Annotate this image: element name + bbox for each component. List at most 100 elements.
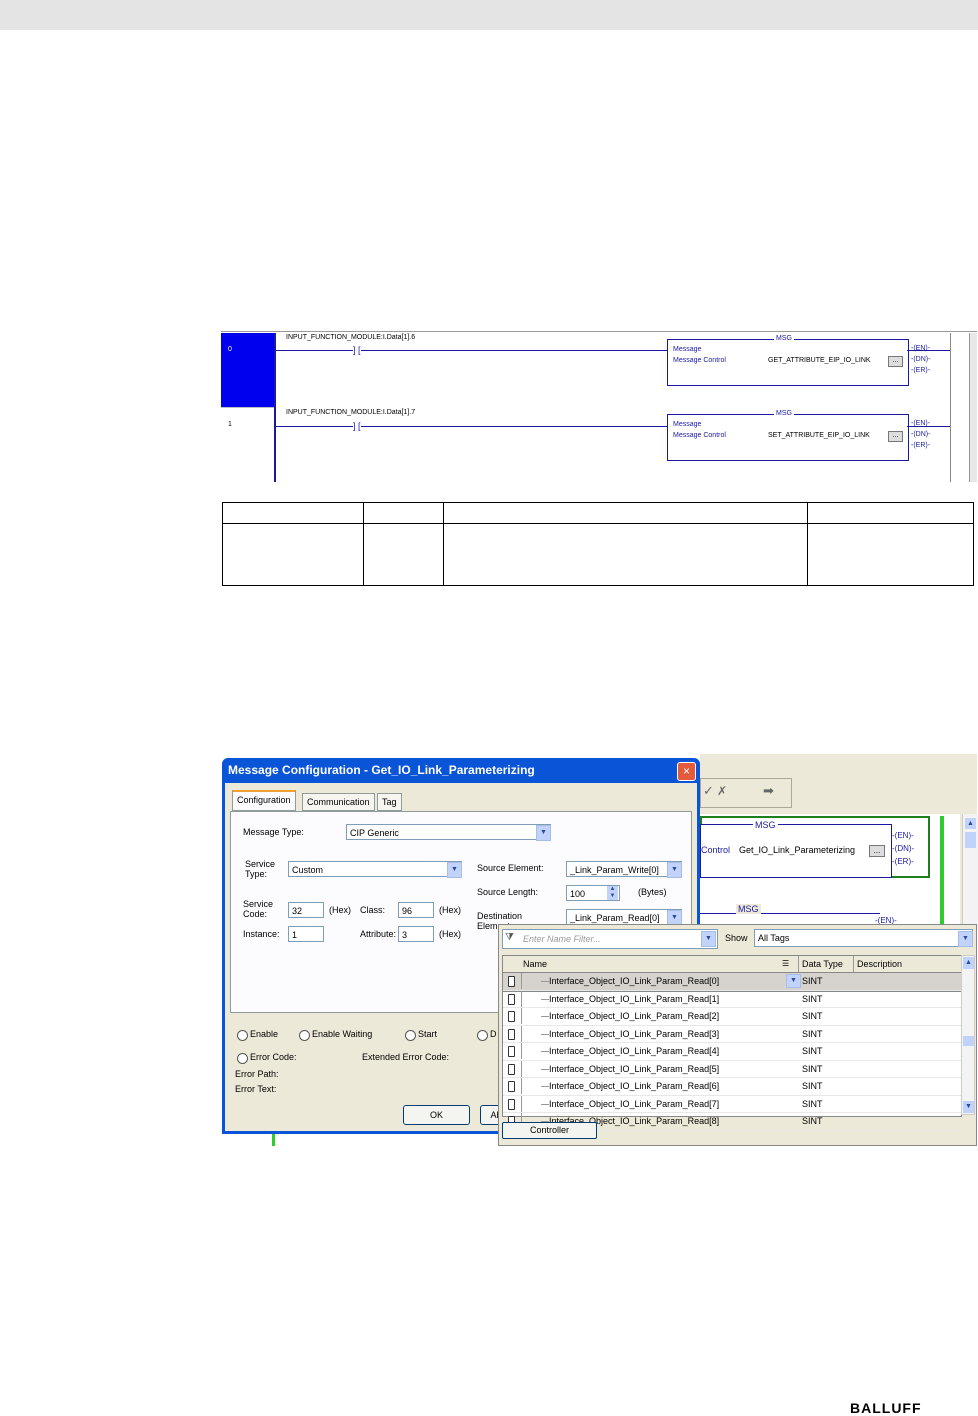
tag-icon <box>508 1011 515 1022</box>
tag-data-type: SINT <box>802 993 823 1004</box>
table-row[interactable]: Interface_Object_IO_Link_Param_Read[6] SI… <box>503 1078 961 1096</box>
column-header-name[interactable]: Name <box>523 959 547 969</box>
contact-tag[interactable]: INPUT_FUNCTION_MODULE:I.Data[1].7 <box>286 409 415 416</box>
tab-communication[interactable]: Communication <box>302 793 375 811</box>
browse-button[interactable]: ... <box>888 356 903 367</box>
source-length-label: Source Length: <box>477 887 539 897</box>
chevron-down-icon[interactable]: ▼ <box>447 862 462 878</box>
scroll-thumb[interactable] <box>965 832 976 848</box>
scroll-thumb[interactable] <box>963 1036 974 1046</box>
msg-instruction[interactable]: MSG Message Message Control SET_ATTRIBUT… <box>667 410 909 461</box>
chevron-down-icon[interactable]: ▼ <box>786 974 801 988</box>
class-label: Class: <box>360 905 386 915</box>
rung-divider <box>221 407 274 408</box>
table-row[interactable]: Interface_Object_IO_Link_Param_Read[1] SI… <box>503 990 961 1008</box>
xic-contact-icon[interactable]: ] [ <box>353 345 361 355</box>
table-row[interactable]: Interface_Object_IO_Link_Param_Read[4] SI… <box>503 1043 961 1061</box>
scroll-up-icon[interactable]: ▲ <box>963 957 974 969</box>
power-rail-green <box>272 1134 275 1146</box>
ladder-scrollbar[interactable] <box>969 333 977 482</box>
tag-icon <box>508 1098 515 1110</box>
output-er: -(ER)- <box>892 857 914 866</box>
check-icon[interactable]: ✓ <box>703 783 714 799</box>
tag-name: Interface_Object_IO_Link_Param_Read[3] <box>549 1028 720 1039</box>
enable-indicator <box>237 1030 248 1041</box>
column-header-data-type[interactable]: Data Type <box>802 959 843 969</box>
table-cell <box>363 523 444 586</box>
error-path-label: Error Path: <box>235 1069 279 1079</box>
table-cell <box>443 502 808 524</box>
table-row[interactable]: Interface_Object_IO_Link_Param_Read[2] SI… <box>503 1008 961 1026</box>
spinner-icon[interactable]: ▲ ▼ <box>607 886 618 900</box>
toolbar: ✓ ✗ ➡ <box>700 778 792 808</box>
msg-instruction[interactable]: MSG Control Get_IO_Link_Parameterizing .… <box>700 820 892 878</box>
chevron-down-icon[interactable]: ▼ <box>701 931 716 947</box>
destination-element-select[interactable]: _Link_Param_Read[0] <box>566 909 682 925</box>
tree-line <box>541 998 549 1000</box>
grid-header: Name ☰ Data Type Description <box>503 956 961 973</box>
table-cell <box>222 502 364 524</box>
attribute-input[interactable]: 3 <box>398 926 434 942</box>
browse-button[interactable]: ... <box>869 845 885 857</box>
sort-icon[interactable]: ☰ <box>782 959 789 968</box>
tag-name: Interface_Object_IO_Link_Param_Read[4] <box>549 1046 720 1056</box>
column-header-description[interactable]: Description <box>857 959 902 969</box>
row-divider <box>521 973 522 989</box>
error-text-label: Error Text: <box>235 1084 277 1094</box>
source-element-select[interactable]: _Link_Param_Write[0] <box>566 861 682 877</box>
tag-data-type: SINT <box>802 1081 823 1091</box>
contact-tag[interactable]: INPUT_FUNCTION_MODULE:I.Data[1].6 <box>286 334 415 341</box>
service-type-select[interactable]: Custom <box>288 861 462 877</box>
browse-button[interactable]: ... <box>888 431 903 442</box>
instance-input[interactable]: 1 <box>288 926 324 942</box>
controller-scope-button[interactable]: Controller <box>502 1122 597 1139</box>
forward-arrow-icon[interactable]: ➡ <box>763 783 774 799</box>
chevron-down-icon[interactable]: ▼ <box>536 825 551 841</box>
ladder-screenshot: 0 INPUT_FUNCTION_MODULE:I.Data[1].6 ] [ … <box>221 331 977 482</box>
class-input[interactable]: 96 <box>398 902 434 918</box>
tab-tag[interactable]: Tag <box>377 793 402 811</box>
tag-data-type: SINT <box>802 1011 823 1021</box>
tree-line <box>541 1051 549 1052</box>
tree-line <box>541 1016 549 1017</box>
scroll-up-icon[interactable]: ▲ <box>965 818 976 829</box>
instance-label: Instance: <box>243 929 280 939</box>
tag-data-type: SINT <box>802 1116 823 1126</box>
row-divider <box>521 990 522 1007</box>
error-code-label: Error Code: <box>250 1052 297 1062</box>
output-dn: -(DN)- <box>911 356 931 363</box>
vertical-scrollbar[interactable]: ▲ <box>962 814 978 930</box>
tab-configuration[interactable]: Configuration <box>232 790 296 811</box>
close-button[interactable]: × <box>677 762 696 781</box>
parameter-table <box>222 502 974 586</box>
tag-grid: Name ☰ Data Type Description Interface_O… <box>502 955 962 1131</box>
msg-instruction[interactable]: MSG Message Message Control GET_ATTRIBUT… <box>667 335 909 386</box>
output-er: -(ER)- <box>911 442 931 449</box>
chevron-down-icon[interactable]: ▼ <box>667 862 682 878</box>
name-filter[interactable]: ⧩ Enter Name Filter... ▼ <box>502 929 718 949</box>
msg-control-tag[interactable]: Get_IO_Link_Parameterizing <box>739 845 855 855</box>
ok-button[interactable]: OK <box>403 1105 470 1125</box>
xic-contact-icon[interactable]: ] [ <box>353 421 361 431</box>
table-cell <box>807 502 974 524</box>
source-element-label: Source Element: <box>477 863 544 873</box>
scroll-down-icon[interactable]: ▼ <box>963 1101 974 1113</box>
msg-control-tag[interactable]: SET_ATTRIBUTE_EIP_IO_LINK <box>768 432 870 439</box>
tree-line <box>541 981 549 982</box>
message-type-select[interactable]: CIP Generic <box>346 824 551 840</box>
table-cell <box>363 502 444 524</box>
show-select[interactable]: All Tags <box>754 929 973 947</box>
verify-icon[interactable]: ✗ <box>717 784 727 798</box>
vertical-scrollbar[interactable]: ▲ ▼ <box>961 955 975 1115</box>
table-cell <box>222 523 364 586</box>
tag-icon <box>508 993 515 1005</box>
table-row[interactable]: Interface_Object_IO_Link_Param_Read[5] SI… <box>503 1060 961 1078</box>
msg-control-tag[interactable]: GET_ATTRIBUTE_EIP_IO_LINK <box>768 357 871 364</box>
chevron-down-icon[interactable]: ▼ <box>958 931 973 947</box>
column-divider <box>798 956 799 972</box>
service-code-input[interactable]: 32 <box>288 902 324 918</box>
table-row[interactable]: Interface_Object_IO_Link_Param_Read[7] SI… <box>503 1095 961 1113</box>
table-row[interactable]: Interface_Object_IO_Link_Param_Read[3] SI… <box>503 1025 961 1043</box>
tag-name: Interface_Object_IO_Link_Param_Read[1] <box>549 993 720 1004</box>
table-row[interactable]: Interface_Object_IO_Link_Param_Read[0] ▼ S… <box>502 972 962 992</box>
